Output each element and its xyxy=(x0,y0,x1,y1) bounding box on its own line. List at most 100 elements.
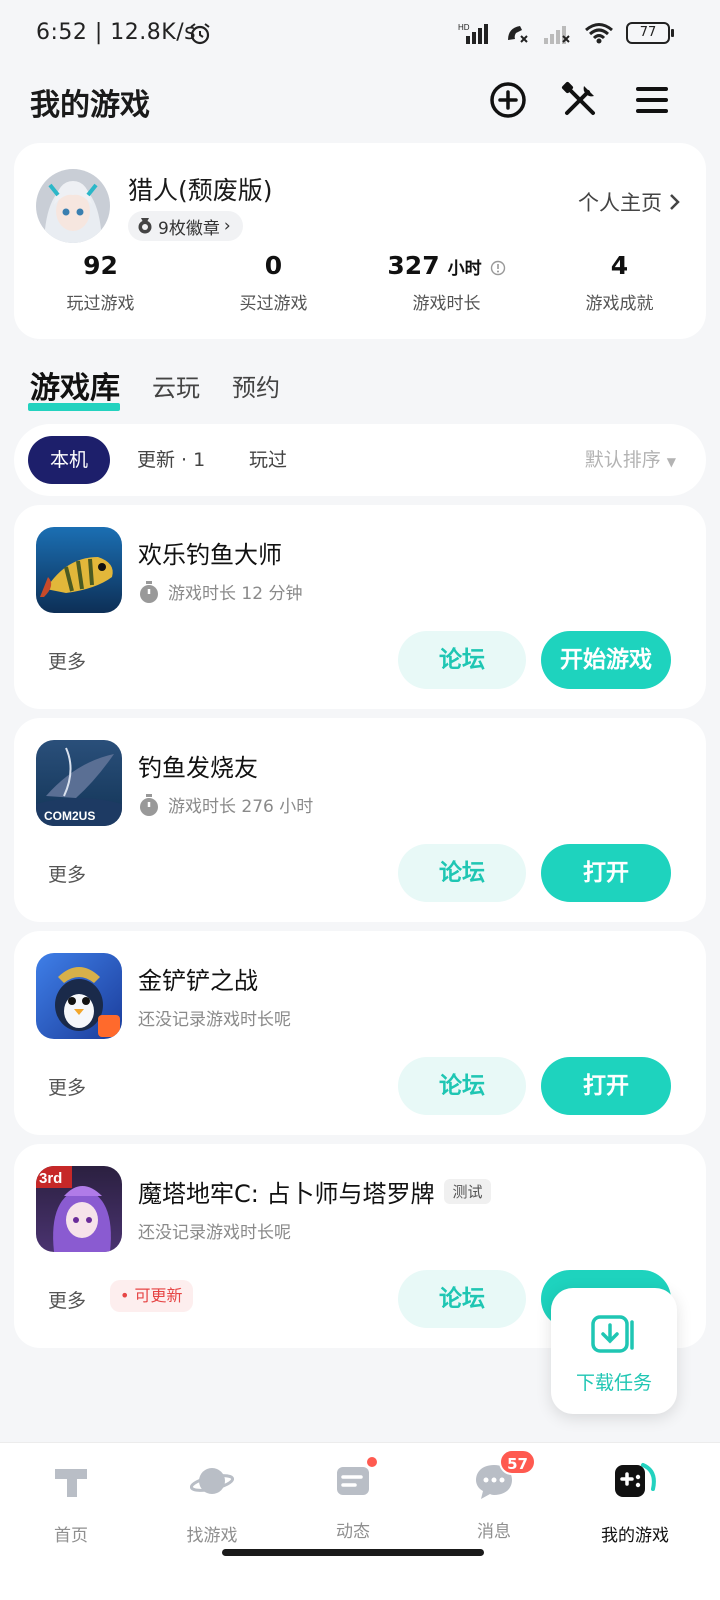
chip-played[interactable]: 玩过 xyxy=(249,436,287,484)
stat-value: 327 xyxy=(387,251,440,280)
avatar[interactable] xyxy=(36,169,110,243)
profile-card: 猎人(颓废版) 9枚徽章 › 个人主页 92 玩过游戏 0 买过游戏 327 小… xyxy=(14,143,706,339)
badge-count: 9枚徽章 xyxy=(158,218,220,239)
chevron-right-icon xyxy=(670,194,680,210)
page-title: 我的游戏 xyxy=(30,88,150,123)
game-card[interactable]: COM2US 钓鱼发烧友 游戏时长 276 小时 更多 论坛 打开 xyxy=(14,718,706,922)
stat-label: 玩过游戏 xyxy=(66,294,135,314)
svg-text:HD: HD xyxy=(458,23,470,32)
menu-icon[interactable] xyxy=(630,78,674,122)
game-icon[interactable]: 3rd xyxy=(36,1166,122,1252)
tools-icon[interactable] xyxy=(558,78,602,122)
nav-home[interactable]: 首页 xyxy=(11,1459,131,1546)
stat-label: 买过游戏 xyxy=(239,294,308,314)
more-button[interactable]: 更多 xyxy=(48,860,86,887)
open-button[interactable]: 打开 xyxy=(541,844,671,902)
stat-played[interactable]: 92 玩过游戏 xyxy=(14,251,187,314)
bottom-nav: 首页 找游戏 动态 57 消息 我的游戏 xyxy=(0,1442,720,1600)
update-badge: • 可更新 xyxy=(110,1280,193,1312)
message-count-badge: 57 xyxy=(499,1449,536,1475)
stat-unit: 小时 xyxy=(447,259,482,279)
forum-button[interactable]: 论坛 xyxy=(398,1270,526,1328)
forum-button[interactable]: 论坛 xyxy=(398,844,526,902)
home-icon xyxy=(55,1469,87,1497)
nav-messages[interactable]: 57 消息 xyxy=(434,1449,554,1542)
game-title: 魔塔地牢C: 占卜师与塔罗牌 测试 xyxy=(138,1174,491,1209)
forum-button[interactable]: 论坛 xyxy=(398,1057,526,1115)
game-playtime: 还没记录游戏时长呢 xyxy=(138,1223,291,1243)
filter-bar: 本机 更新 · 1 玩过 默认排序 ▼ xyxy=(14,424,706,496)
stopwatch-icon xyxy=(140,580,158,603)
status-time: 6:52 | 12.8K/s xyxy=(36,20,197,45)
game-playtime: 还没记录游戏时长呢 xyxy=(138,1010,291,1030)
nav-label: 动态 xyxy=(336,1522,370,1542)
game-icon[interactable]: COM2US xyxy=(36,740,122,826)
game-title: 欢乐钓鱼大师 xyxy=(138,541,282,569)
chevron-right-icon: › xyxy=(223,216,231,236)
nav-label: 找游戏 xyxy=(186,1526,238,1546)
username: 猎人(颓废版) xyxy=(128,176,273,205)
stopwatch-icon xyxy=(140,793,158,816)
add-icon[interactable] xyxy=(486,78,530,122)
nav-my-games[interactable]: 我的游戏 xyxy=(575,1459,695,1546)
more-button[interactable]: 更多 xyxy=(48,1286,86,1313)
game-playtime: 游戏时长 276 小时 xyxy=(138,792,313,817)
planet-icon xyxy=(189,1468,235,1494)
download-tasks-label: 下载任务 xyxy=(575,1372,652,1394)
more-button[interactable]: 更多 xyxy=(48,647,86,674)
call-off-icon xyxy=(508,26,528,43)
forum-button[interactable]: 论坛 xyxy=(398,631,526,689)
sort-label: 默认排序 xyxy=(584,449,661,471)
stat-playtime[interactable]: 327 小时 游戏时长 xyxy=(360,251,533,314)
stat-label: 游戏时长 xyxy=(412,294,481,314)
homepage-link[interactable]: 个人主页 xyxy=(578,187,682,217)
caret-down-icon: ▼ xyxy=(666,455,676,469)
stat-achievements[interactable]: 4 游戏成就 xyxy=(533,251,706,314)
library-tabs: 游戏库 云玩 预约 xyxy=(28,360,280,411)
more-button[interactable]: 更多 xyxy=(48,1073,86,1100)
page-header: 我的游戏 xyxy=(0,72,720,132)
nav-label: 首页 xyxy=(54,1526,88,1546)
battery-indicator: 77 xyxy=(626,22,674,44)
game-icon[interactable] xyxy=(36,527,122,613)
game-card[interactable]: 欢乐钓鱼大师 游戏时长 12 分钟 更多 论坛 开始游戏 xyxy=(14,505,706,709)
signal-icon: HD xyxy=(458,23,488,44)
chip-updates[interactable]: 更新 · 1 xyxy=(137,436,205,484)
start-game-button[interactable]: 开始游戏 xyxy=(541,631,671,689)
open-button[interactable]: 打开 xyxy=(541,1057,671,1115)
icon-edition-text: 3rd xyxy=(39,1170,62,1187)
icon-brand-text: COM2US xyxy=(44,809,95,823)
nav-label: 消息 xyxy=(477,1522,511,1542)
sort-dropdown[interactable]: 默认排序 ▼ xyxy=(585,436,676,484)
status-bar: 6:52 | 12.8K/s HD 77 xyxy=(0,0,720,72)
tab-library[interactable]: 游戏库 xyxy=(28,363,120,411)
chip-local[interactable]: 本机 xyxy=(28,436,111,484)
download-icon xyxy=(591,1315,634,1353)
stat-bought[interactable]: 0 买过游戏 xyxy=(187,251,360,314)
gamepad-icon xyxy=(615,1463,656,1497)
alarm-icon xyxy=(190,23,210,45)
stat-label: 游戏成就 xyxy=(585,294,654,314)
homepage-label: 个人主页 xyxy=(578,191,662,215)
stat-value: 92 xyxy=(83,251,118,280)
home-indicator[interactable] xyxy=(222,1549,484,1556)
medal-icon xyxy=(138,218,152,234)
signal-weak-icon xyxy=(544,26,570,44)
game-card[interactable]: 金铲铲之战 还没记录游戏时长呢 更多 论坛 打开 xyxy=(14,931,706,1135)
stat-value: 0 xyxy=(264,251,283,280)
game-icon[interactable] xyxy=(36,953,122,1039)
tab-cloud[interactable]: 云玩 xyxy=(152,368,200,403)
test-tag: 测试 xyxy=(444,1179,491,1204)
nav-label: 我的游戏 xyxy=(601,1526,669,1546)
stat-value: 4 xyxy=(610,251,629,280)
badge-button[interactable]: 9枚徽章 › xyxy=(128,211,243,241)
wifi-icon xyxy=(585,23,613,44)
nav-discover[interactable]: 找游戏 xyxy=(152,1459,272,1546)
info-icon[interactable] xyxy=(490,260,506,276)
notification-dot xyxy=(365,1455,379,1469)
game-playtime: 游戏时长 12 分钟 xyxy=(138,579,302,604)
game-title: 钓鱼发烧友 xyxy=(138,754,258,782)
nav-feed[interactable]: 动态 xyxy=(293,1455,413,1542)
tab-reserve[interactable]: 预约 xyxy=(232,368,280,403)
download-tasks-button[interactable]: 下载任务 xyxy=(551,1288,677,1414)
